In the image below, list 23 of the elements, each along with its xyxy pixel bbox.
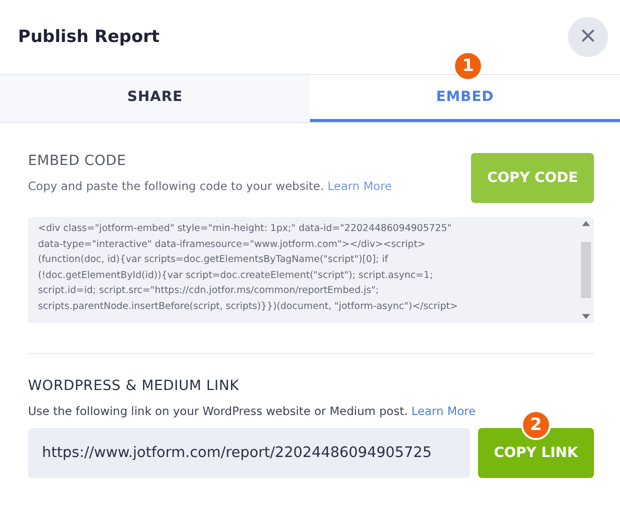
code-line: data-type="interactive" data-iframesource="www.jotform.com"></div><script> [38,238,427,252]
step-badge: 1 [453,51,483,81]
copy-code-button[interactable]: COPY CODE [471,153,594,203]
learn-more-link[interactable]: Learn More [411,404,476,418]
url-field[interactable]: https://www.jotform.com/report/22024486094905725 [28,428,470,478]
code-line: <div class="jotform-embed" style="min-height: 1px;" data-id="22024486094905725" [38,222,453,236]
dialog-title: Publish Report [18,27,160,47]
code-line: scripts.parentNode.insertBefore(script, scripts)}})(document, "jotform-async")</script> [38,300,459,314]
step-badge: 2 [520,410,551,440]
section-heading: EMBED CODE [28,153,128,169]
section-heading: WORDPRESS & MEDIUM LINK [28,378,240,394]
code-line: script.id=id; script.src="https://cdn.jotfor.ms/common/reportEmbed.js"; [38,284,380,298]
code-line: (function(doc, id){var scripts=doc.getElementsByTagName("script")[0]; if [38,253,390,267]
tab[interactable]: SHARE [0,75,310,122]
close-button[interactable]: × [568,17,608,57]
section-description: Copy and paste the following code to your website. Learn More [28,179,392,193]
section-description: Use the following link on your WordPress website or Medium post. Learn More [28,404,477,418]
code-field[interactable] [28,217,594,323]
learn-more-link[interactable]: Learn More [328,179,392,193]
scrollbar-thumb[interactable] [581,242,591,298]
scroll-up-icon[interactable] [582,221,590,226]
code-line: (!doc.getElementById(id)){var script=doc.createElement("script"); script.async=1; [38,268,434,282]
scroll-down-icon[interactable] [582,314,590,319]
